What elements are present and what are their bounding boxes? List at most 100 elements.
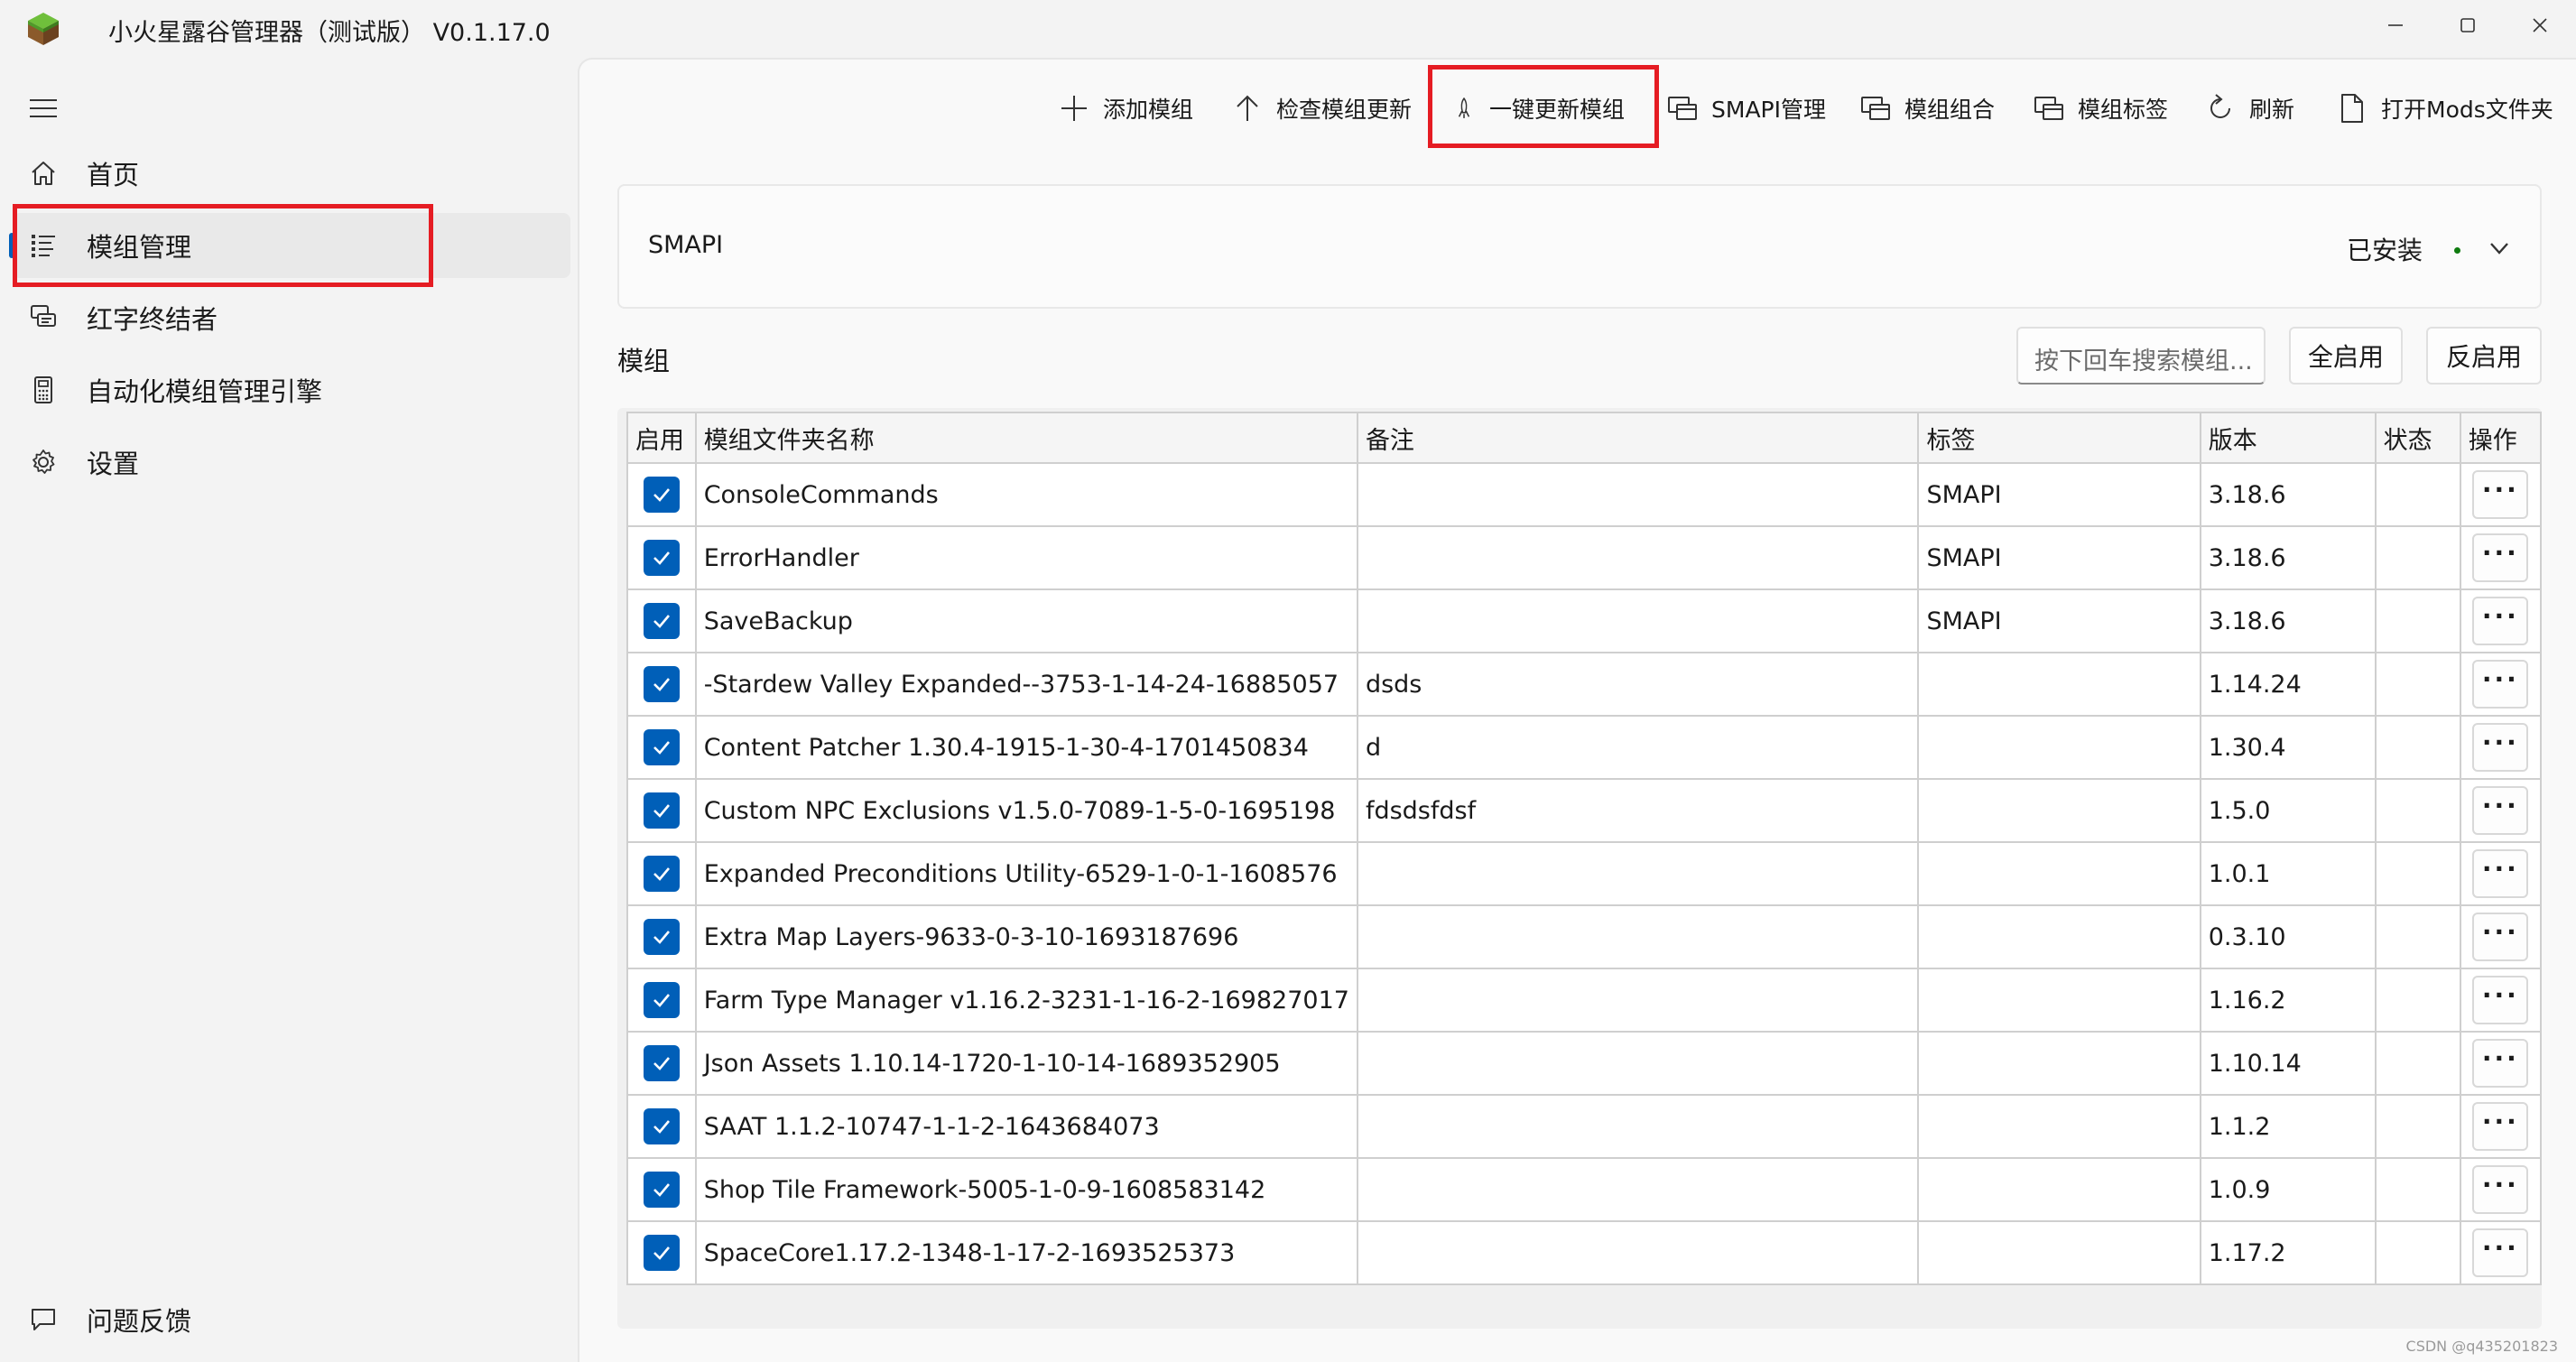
checkmark-icon xyxy=(653,804,670,818)
column-header-enabled[interactable]: 启用 xyxy=(626,412,697,464)
mod-version-cell: 3.18.6 xyxy=(2199,525,2377,590)
mod-note-cell[interactable] xyxy=(1356,1157,1920,1222)
enable-checkbox[interactable] xyxy=(643,919,680,955)
sidebar-item-settings[interactable]: 设置 xyxy=(13,430,570,495)
mod-tags-button[interactable]: 模组标签 xyxy=(2033,79,2168,137)
mod-version-cell: 1.14.24 xyxy=(2199,652,2377,717)
table-row[interactable]: Extra Map Layers-9633-0-3-10-1693187696 0… xyxy=(626,904,2543,969)
chevron-down-icon[interactable] xyxy=(2486,235,2513,262)
mod-note-cell[interactable] xyxy=(1356,904,1920,969)
enable-checkbox[interactable] xyxy=(643,1045,680,1081)
checkmark-icon xyxy=(653,1183,670,1197)
mod-search-input[interactable]: 按下回车搜索模组... xyxy=(2016,327,2266,385)
mod-note-cell[interactable] xyxy=(1356,462,1920,527)
mod-note-cell[interactable] xyxy=(1356,1031,1920,1096)
more-options-button[interactable]: ··· xyxy=(2472,597,2529,645)
mod-note-cell[interactable]: dsds xyxy=(1356,652,1920,717)
mod-note-cell[interactable]: fdsdsfdsf xyxy=(1356,778,1920,843)
more-options-button[interactable]: ··· xyxy=(2472,1039,2529,1088)
enable-checkbox[interactable] xyxy=(643,603,680,639)
smapi-manage-button[interactable]: SMAPI管理 xyxy=(1666,79,1826,137)
more-options-button[interactable]: ··· xyxy=(2472,786,2529,835)
mod-tag-cell xyxy=(1917,715,2201,780)
enable-checkbox[interactable] xyxy=(643,666,680,702)
more-options-button[interactable]: ··· xyxy=(2472,1228,2529,1277)
mod-status-cell xyxy=(2374,462,2461,527)
open-mods-folder-button[interactable]: 打开Mods文件夹 xyxy=(2336,79,2553,137)
checkmark-icon xyxy=(653,615,670,628)
column-header-status[interactable]: 状态 xyxy=(2374,412,2461,464)
rocket-icon xyxy=(1458,97,1470,118)
table-row[interactable]: Farm Type Manager v1.16.2-3231-1-16-2-16… xyxy=(626,968,2543,1033)
enable-all-button[interactable]: 全启用 xyxy=(2289,327,2403,385)
enable-checkbox[interactable] xyxy=(643,856,680,892)
add-mod-button[interactable]: 添加模组 xyxy=(1058,79,1193,137)
menu-toggle-button[interactable] xyxy=(23,88,63,128)
minimize-button[interactable] xyxy=(2370,7,2421,43)
more-options-button[interactable]: ··· xyxy=(2472,1165,2529,1214)
sidebar-item-mod-management[interactable]: 模组管理 xyxy=(9,213,570,278)
mod-groups-button[interactable]: 模组组合 xyxy=(1859,79,1995,137)
table-row[interactable]: ConsoleCommands SMAPI 3.18.6 ··· xyxy=(626,462,2543,527)
enabled-cell xyxy=(626,904,697,969)
table-row[interactable]: Expanded Preconditions Utility-6529-1-0-… xyxy=(626,841,2543,906)
one-click-update-button[interactable]: 一键更新模组 xyxy=(1451,79,1625,137)
enable-checkbox[interactable] xyxy=(643,792,680,829)
sidebar-item-feedback[interactable]: 问题反馈 xyxy=(13,1287,570,1352)
sidebar-item-automation-engine[interactable]: 自动化模组管理引擎 xyxy=(13,357,570,422)
table-row[interactable]: Custom NPC Exclusions v1.5.0-7089-1-5-0-… xyxy=(626,778,2543,843)
refresh-button[interactable]: 刷新 xyxy=(2204,79,2294,137)
more-options-button[interactable]: ··· xyxy=(2472,849,2529,898)
enable-checkbox[interactable] xyxy=(643,477,680,513)
column-header-note[interactable]: 备注 xyxy=(1356,412,1920,464)
mod-note-cell[interactable] xyxy=(1356,1220,1920,1285)
table-row[interactable]: SpaceCore1.17.2-1348-1-17-2-1693525373 1.… xyxy=(626,1220,2543,1285)
column-header-tag[interactable]: 标签 xyxy=(1917,412,2201,464)
more-options-button[interactable]: ··· xyxy=(2472,470,2529,519)
mod-note-cell[interactable] xyxy=(1356,525,1920,590)
table-row[interactable]: Content Patcher 1.30.4-1915-1-30-4-17014… xyxy=(626,715,2543,780)
list-icon xyxy=(27,229,60,262)
more-options-button[interactable]: ··· xyxy=(2472,723,2529,772)
mod-folder-name-cell: ErrorHandler xyxy=(694,525,1358,590)
mod-tag-cell xyxy=(1917,778,2201,843)
enable-checkbox[interactable] xyxy=(643,1235,680,1271)
column-header-actions[interactable]: 操作 xyxy=(2459,412,2543,464)
check-updates-button[interactable]: 检查模组更新 xyxy=(1231,79,1412,137)
smapi-status: 已安装 xyxy=(2346,236,2423,265)
enabled-cell xyxy=(626,841,697,906)
more-options-button[interactable]: ··· xyxy=(2472,976,2529,1024)
title-bar: 小火星露谷管理器（测试版） V0.1.17.0 xyxy=(0,0,2576,58)
table-row[interactable]: SaveBackup SMAPI 3.18.6 ··· xyxy=(626,588,2543,653)
mod-note-cell[interactable] xyxy=(1356,1094,1920,1159)
table-row[interactable]: Shop Tile Framework-5005-1-0-9-160858314… xyxy=(626,1157,2543,1222)
close-button[interactable] xyxy=(2515,7,2565,43)
mod-folder-name-cell: SpaceCore1.17.2-1348-1-17-2-1693525373 xyxy=(694,1220,1358,1285)
more-options-button[interactable]: ··· xyxy=(2472,533,2529,582)
mod-note-cell[interactable]: d xyxy=(1356,715,1920,780)
smapi-card[interactable]: SMAPI 已安装 xyxy=(617,184,2542,309)
sidebar-item-red-text-terminator[interactable]: 红字终结者 xyxy=(13,285,570,350)
mod-note-cell[interactable] xyxy=(1356,841,1920,906)
enable-checkbox[interactable] xyxy=(643,540,680,576)
more-options-button[interactable]: ··· xyxy=(2472,1102,2529,1151)
maximize-button[interactable] xyxy=(2442,7,2493,43)
mod-note-cell[interactable] xyxy=(1356,588,1920,653)
table-row[interactable]: ErrorHandler SMAPI 3.18.6 ··· xyxy=(626,525,2543,590)
enable-checkbox[interactable] xyxy=(643,1108,680,1144)
mod-status-cell xyxy=(2374,525,2461,590)
mod-folder-name-cell: Shop Tile Framework-5005-1-0-9-160858314… xyxy=(694,1157,1358,1222)
enable-checkbox[interactable] xyxy=(643,729,680,765)
column-header-version[interactable]: 版本 xyxy=(2199,412,2377,464)
column-header-folder-name[interactable]: 模组文件夹名称 xyxy=(694,412,1358,464)
more-options-button[interactable]: ··· xyxy=(2472,913,2529,961)
enable-checkbox[interactable] xyxy=(643,1172,680,1208)
table-row[interactable]: SAAT 1.1.2-10747-1-1-2-1643684073 1.1.2 ··… xyxy=(626,1094,2543,1159)
sidebar-item-home[interactable]: 首页 xyxy=(13,141,570,206)
mod-note-cell[interactable] xyxy=(1356,968,1920,1033)
table-row[interactable]: Json Assets 1.10.14-1720-1-10-14-1689352… xyxy=(626,1031,2543,1096)
more-options-button[interactable]: ··· xyxy=(2472,660,2529,709)
enable-checkbox[interactable] xyxy=(643,982,680,1018)
table-row[interactable]: -Stardew Valley Expanded--3753-1-14-24-1… xyxy=(626,652,2543,717)
invert-enable-button[interactable]: 反启用 xyxy=(2426,327,2542,385)
